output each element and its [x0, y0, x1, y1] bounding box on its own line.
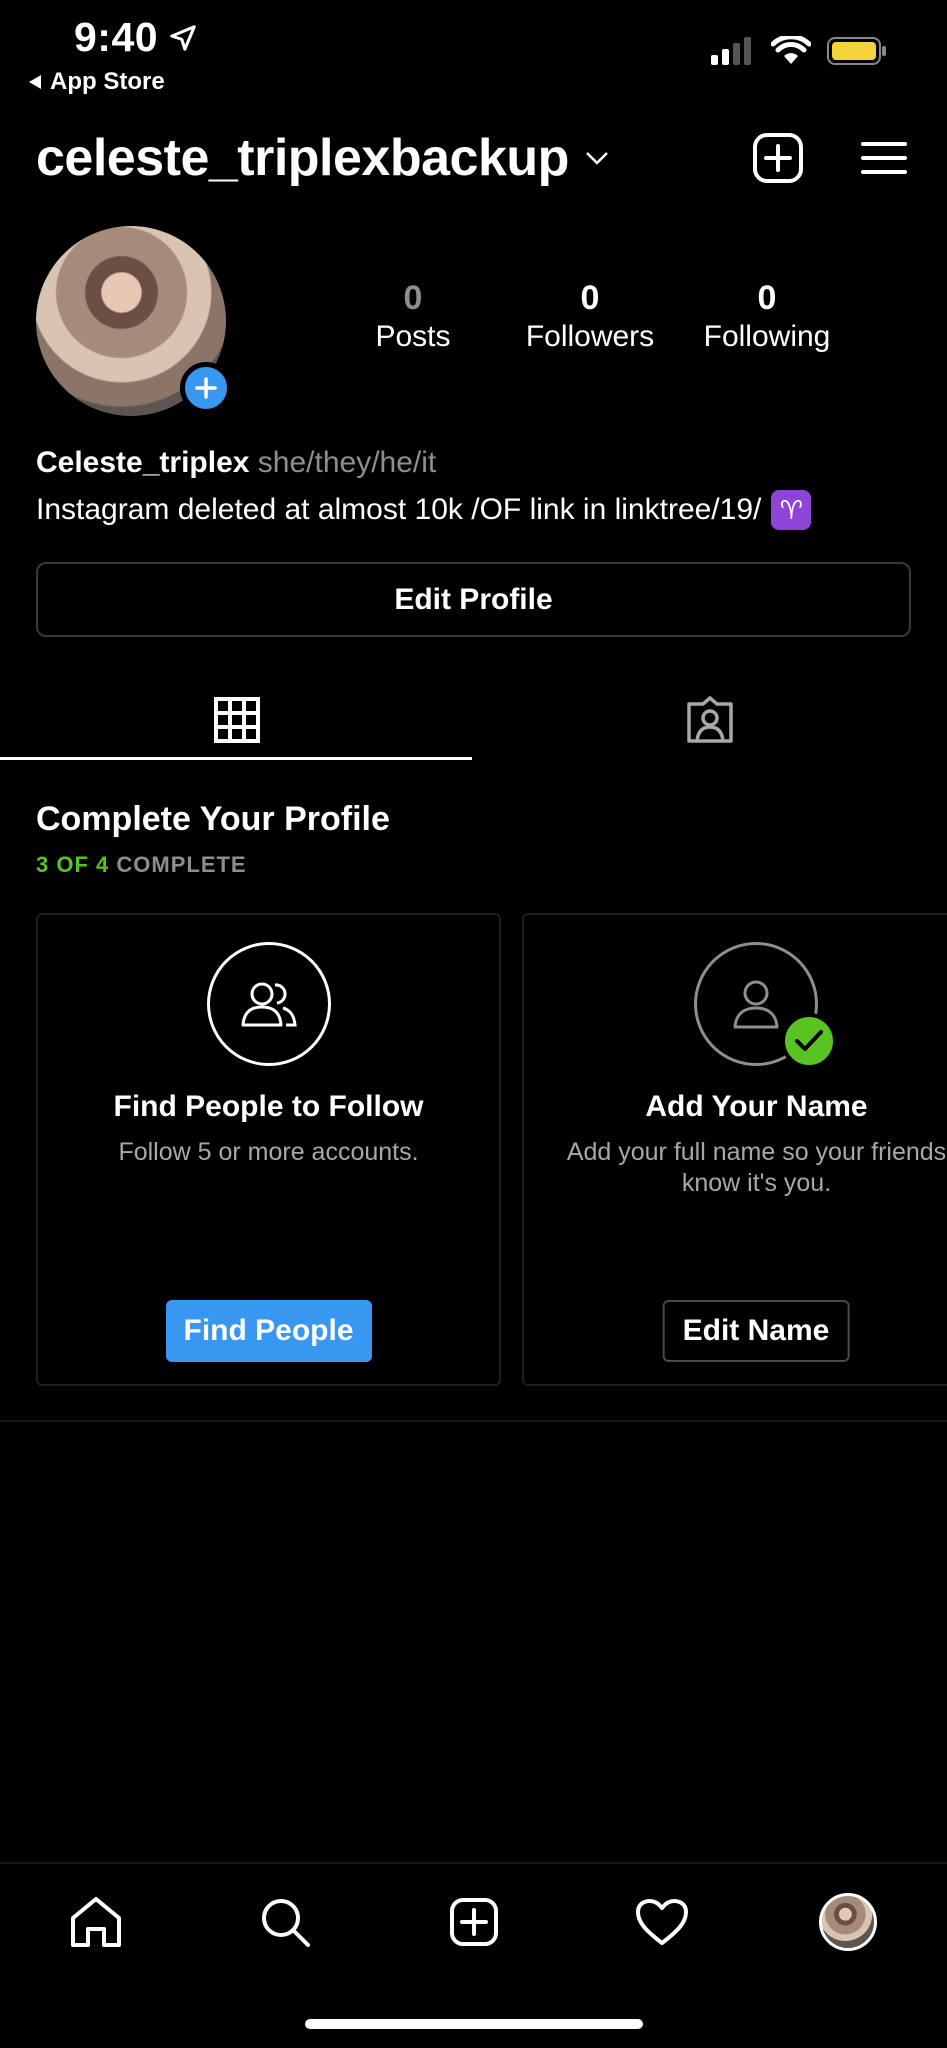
- profile-avatar[interactable]: [36, 226, 232, 416]
- checkmark-icon: [795, 1030, 823, 1051]
- bio-text: Instagram deleted at almost 10k /OF link…: [36, 490, 812, 530]
- posts-label: Posts: [375, 319, 451, 353]
- completed-badge: [781, 1013, 837, 1069]
- profile-avatar-thumbnail: [819, 1893, 877, 1951]
- followers-label: Followers: [525, 319, 655, 353]
- active-tab-indicator: [0, 757, 472, 760]
- card-add-name: Add Your Name Add your full name so your…: [522, 913, 947, 1386]
- tab-tagged[interactable]: [473, 680, 946, 760]
- location-arrow-icon: [170, 24, 196, 51]
- status-time: 9:40: [74, 14, 198, 61]
- grid-icon: [213, 697, 260, 743]
- edit-name-button[interactable]: Edit Name: [662, 1300, 850, 1362]
- tab-grid[interactable]: [0, 680, 473, 760]
- battery-icon: [827, 37, 886, 65]
- search-icon: [262, 1899, 310, 1947]
- profile-name-line: Celeste_triplex she/they/he/it: [36, 446, 436, 480]
- person-icon: [733, 980, 779, 1029]
- back-triangle-icon: [29, 75, 41, 89]
- card-description: Add your full name so your friends know …: [566, 1138, 947, 1198]
- menu-button[interactable]: [860, 132, 912, 184]
- heart-icon: [636, 1899, 688, 1945]
- following-label: Following: [703, 319, 831, 353]
- section-divider: [0, 1420, 947, 1422]
- home-icon: [71, 1897, 121, 1947]
- find-people-button[interactable]: Find People: [165, 1300, 372, 1362]
- stat-posts[interactable]: 0 Posts: [323, 278, 503, 355]
- nav-profile[interactable]: [818, 1892, 878, 1952]
- back-to-app-store[interactable]: App Store: [28, 68, 165, 96]
- back-app-label: App Store: [50, 68, 165, 95]
- new-post-button[interactable]: [752, 132, 804, 184]
- plus-square-icon: [753, 133, 803, 183]
- cellular-signal-icon: [711, 37, 751, 65]
- account-switcher[interactable]: celeste_triplexbackup: [36, 128, 609, 188]
- nav-home[interactable]: [66, 1892, 126, 1952]
- nav-divider: [0, 1862, 947, 1864]
- edit-profile-button[interactable]: Edit Profile: [36, 562, 911, 637]
- username-title: celeste_triplexbackup: [36, 129, 569, 187]
- nav-search[interactable]: [255, 1892, 315, 1952]
- pronouns: she/they/he/it: [257, 446, 437, 479]
- stat-following[interactable]: 0 Following: [677, 278, 857, 355]
- nav-create[interactable]: [444, 1892, 504, 1952]
- plus-square-icon: [450, 1898, 498, 1946]
- nav-activity[interactable]: [632, 1892, 692, 1952]
- display-name: Celeste_triplex: [36, 446, 250, 479]
- add-story-button[interactable]: [180, 362, 232, 414]
- progress-done: 3 OF 4: [36, 852, 110, 877]
- card-find-people: Find People to Follow Follow 5 or more a…: [36, 913, 501, 1386]
- chevron-down-icon: [586, 152, 608, 165]
- card-title: Add Your Name: [645, 1090, 868, 1123]
- plus-icon: [195, 377, 217, 399]
- progress-rest: COMPLETE: [116, 852, 247, 877]
- card-title: Find People to Follow: [113, 1090, 424, 1123]
- people-icon: [241, 982, 297, 1027]
- add-name-circle: [694, 942, 837, 1069]
- posts-count: 0: [403, 279, 423, 317]
- status-indicators: [711, 36, 887, 66]
- card-description: Follow 5 or more accounts.: [118, 1138, 419, 1166]
- aries-emoji: ♈: [771, 490, 812, 530]
- stat-followers[interactable]: 0 Followers: [500, 278, 680, 355]
- complete-profile-title: Complete Your Profile: [36, 800, 390, 838]
- wifi-icon: [771, 36, 811, 64]
- following-count: 0: [757, 279, 777, 317]
- bio-content: Instagram deleted at almost 10k /OF link…: [36, 493, 762, 526]
- tagged-person-icon: [686, 696, 733, 743]
- complete-profile-progress: 3 OF 4 COMPLETE: [36, 852, 247, 878]
- find-people-circle: [206, 942, 331, 1066]
- time-text: 9:40: [74, 14, 159, 60]
- followers-count: 0: [580, 279, 600, 317]
- home-indicator[interactable]: [305, 2019, 643, 2029]
- hamburger-menu-icon: [861, 142, 907, 174]
